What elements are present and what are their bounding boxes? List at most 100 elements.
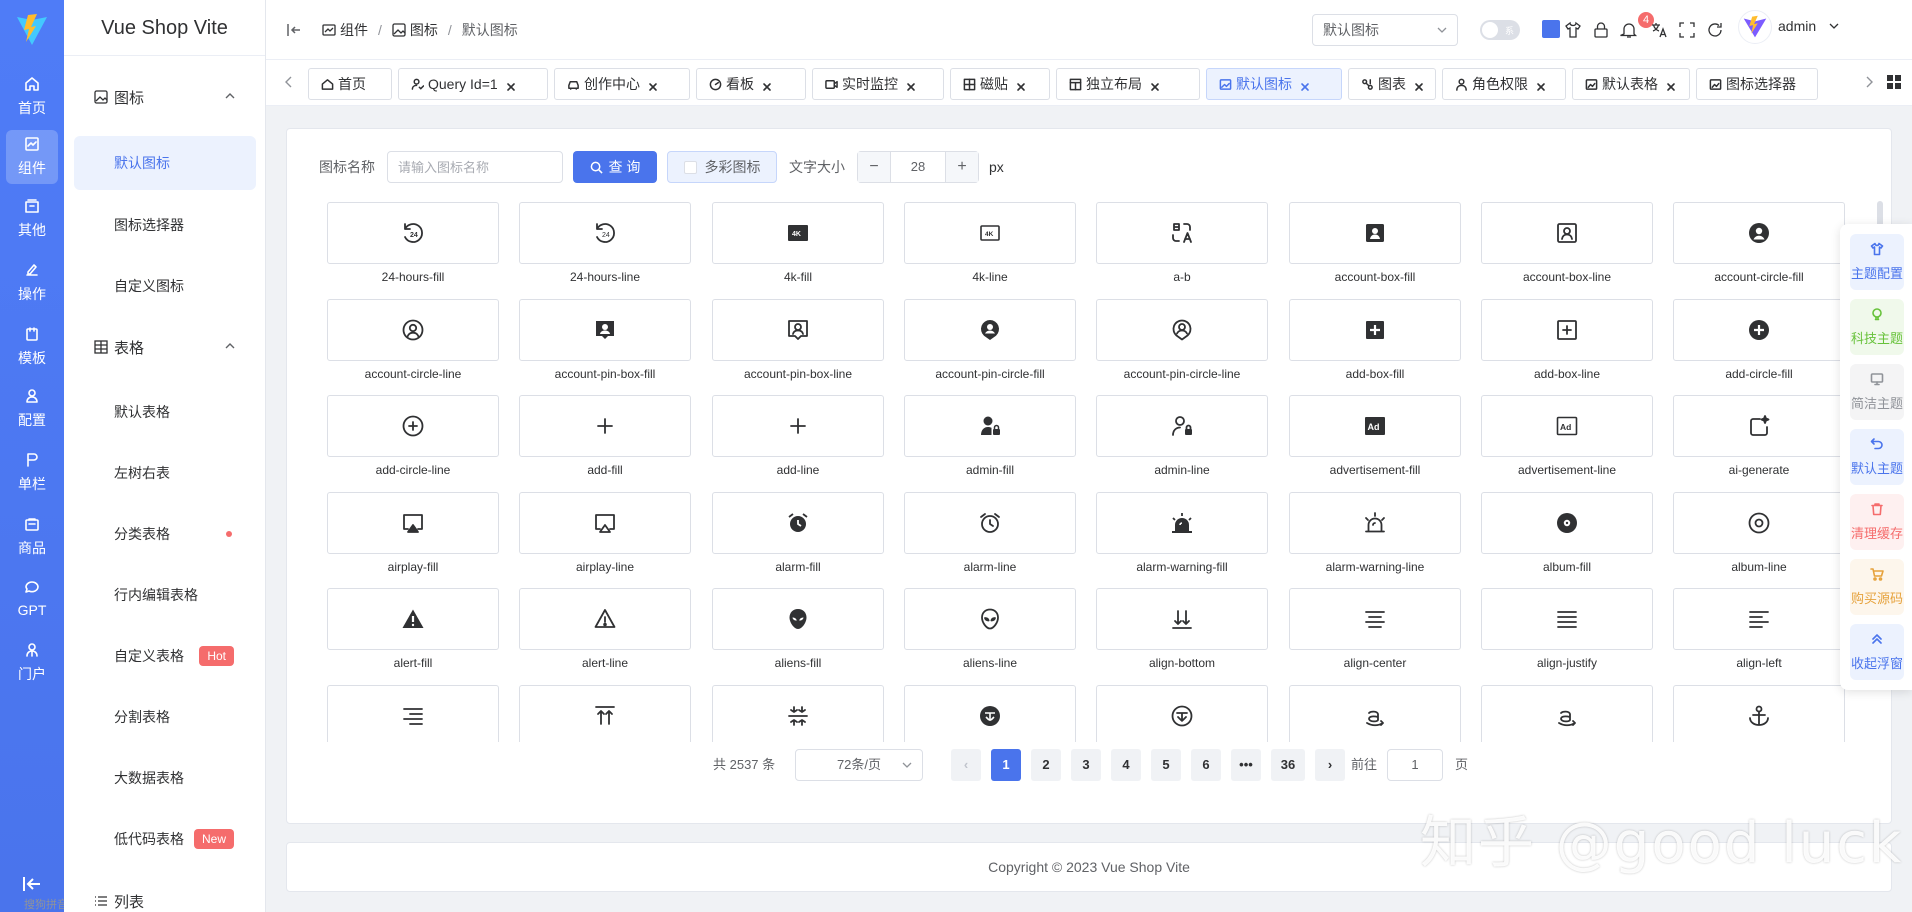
icon-cell[interactable] [1289, 685, 1461, 742]
more-pages-button[interactable]: ••• [1231, 749, 1261, 781]
chevron-left-icon[interactable] [282, 75, 296, 89]
grid-menu-icon[interactable] [1886, 74, 1902, 90]
album-fill-icon[interactable] [1481, 492, 1653, 554]
alarm-warning-line-icon[interactable] [1289, 492, 1461, 554]
float-item-1[interactable]: 科技主题 [1850, 299, 1904, 355]
close-icon[interactable] [1536, 79, 1546, 91]
shirt-icon[interactable] [1564, 21, 1582, 39]
page-button[interactable]: 1 [991, 749, 1021, 781]
icon-preview[interactable] [519, 685, 691, 742]
icon-preview[interactable] [1289, 685, 1461, 742]
decrease-button[interactable]: − [858, 152, 890, 182]
icon-cell[interactable]: aliens-line [904, 588, 1076, 672]
chevron-down-icon[interactable] [1829, 21, 1839, 31]
float-item-6[interactable]: 收起浮窗 [1850, 624, 1904, 680]
page-button[interactable]: 36 [1271, 749, 1305, 781]
icon-cell[interactable]: alarm-line [904, 492, 1076, 576]
icon-cell[interactable]: alarm-warning-line [1289, 492, 1461, 576]
tab-2[interactable]: 创作中心 [554, 68, 690, 100]
float-item-0[interactable]: 主题配置 [1850, 234, 1904, 290]
icon-name-input[interactable] [387, 151, 563, 183]
icon-cell[interactable]: ai-generate [1673, 395, 1845, 479]
rail-item-3[interactable]: 操作 [6, 256, 58, 310]
close-icon[interactable] [1150, 79, 1160, 91]
rail-item-4[interactable]: 模板 [6, 320, 58, 374]
avatar[interactable] [1738, 10, 1772, 44]
icon-preview[interactable] [1673, 685, 1845, 742]
icon-cell[interactable]: airplay-fill [327, 492, 499, 576]
icon-cell[interactable]: account-pin-circle-line [1096, 299, 1268, 383]
icon-cell[interactable]: align-left [1673, 588, 1845, 672]
page-button[interactable]: 6 [1191, 749, 1221, 781]
rail-item-6[interactable]: 单栏 [6, 446, 58, 500]
24-hours-line-icon[interactable]: 24 [519, 202, 691, 264]
account-box-line-icon[interactable] [1481, 202, 1653, 264]
icon-cell[interactable]: align-bottom [1096, 588, 1268, 672]
icon-cell[interactable]: add-circle-fill [1673, 299, 1845, 383]
alarm-warning-fill-icon[interactable] [1096, 492, 1268, 554]
4k-fill-icon[interactable]: 4K [712, 202, 884, 264]
tab-9[interactable]: 角色权限 [1442, 68, 1566, 100]
menu-group-icons[interactable]: 图标 [64, 72, 266, 122]
add-box-line-icon[interactable] [1481, 299, 1653, 361]
icon-preview[interactable] [327, 685, 499, 742]
menu-item-custom-table[interactable]: 自定义表格 Hot [74, 629, 256, 683]
icon-preview[interactable] [1481, 685, 1653, 742]
page-button[interactable]: 3 [1071, 749, 1101, 781]
rail-item-5[interactable]: 配置 [6, 382, 58, 436]
icon-cell[interactable] [327, 685, 499, 742]
icon-cell[interactable]: album-fill [1481, 492, 1653, 576]
icon-cell[interactable]: account-pin-box-line [712, 299, 884, 383]
icon-set-select[interactable]: 默认图标 [1312, 14, 1458, 46]
align-justify-icon[interactable] [1481, 588, 1653, 650]
icon-cell[interactable]: add-line [712, 395, 884, 479]
tab-10[interactable]: 默认表格 [1572, 68, 1690, 100]
account-pin-circle-fill-icon[interactable] [904, 299, 1076, 361]
tab-8[interactable]: 图表 [1348, 68, 1436, 100]
menu-item-default-table[interactable]: 默认表格 [74, 385, 256, 439]
menu-item-bigdata-table[interactable]: 大数据表格 [74, 751, 256, 805]
icon-cell[interactable]: alert-fill [327, 588, 499, 672]
icon-cell[interactable] [1096, 685, 1268, 742]
icon-cell[interactable]: account-pin-circle-fill [904, 299, 1076, 383]
icon-cell[interactable] [1673, 685, 1845, 742]
add-fill-icon[interactable] [519, 395, 691, 457]
admin-fill-icon[interactable] [904, 395, 1076, 457]
chevron-right-icon[interactable] [1862, 75, 1876, 89]
alarm-line-icon[interactable] [904, 492, 1076, 554]
tab-7[interactable]: 默认图标 [1206, 68, 1342, 100]
tab-11[interactable]: 图标选择器 [1696, 68, 1818, 100]
query-button[interactable]: 查 询 [573, 151, 657, 183]
aliens-fill-icon[interactable] [712, 588, 884, 650]
float-item-5[interactable]: 购买源码 [1850, 559, 1904, 615]
page-size-select[interactable]: 72条/页 [795, 749, 923, 781]
menu-item-category-table[interactable]: 分类表格 [74, 507, 256, 561]
bell-icon[interactable] [1620, 21, 1638, 39]
menu-item-split-table[interactable]: 分割表格 [74, 690, 256, 744]
lock-icon[interactable] [1592, 21, 1610, 39]
album-line-icon[interactable] [1673, 492, 1845, 554]
align-left-icon[interactable] [1673, 588, 1845, 650]
24-hours-fill-icon[interactable]: 24 [327, 202, 499, 264]
icon-preview[interactable] [904, 685, 1076, 742]
add-circle-fill-icon[interactable] [1673, 299, 1845, 361]
account-pin-box-line-icon[interactable] [712, 299, 884, 361]
tab-5[interactable]: 磁贴 [950, 68, 1050, 100]
ai-generate-icon[interactable] [1673, 395, 1845, 457]
icon-cell[interactable] [904, 685, 1076, 742]
breadcrumb-item[interactable]: 图标 [410, 20, 438, 40]
icon-cell[interactable]: 24 24-hours-fill [327, 202, 499, 286]
menu-group-list[interactable]: 列表 [64, 876, 266, 912]
account-box-fill-icon[interactable] [1289, 202, 1461, 264]
rail-item-8[interactable]: GPT [6, 572, 58, 626]
add-line-icon[interactable] [712, 395, 884, 457]
icon-cell[interactable] [519, 685, 691, 742]
account-pin-circle-line-icon[interactable] [1096, 299, 1268, 361]
username[interactable]: admin [1778, 0, 1816, 52]
menu-item-icon-selector[interactable]: 图标选择器 [74, 198, 256, 252]
icon-cell[interactable]: Ad advertisement-fill [1289, 395, 1461, 479]
icon-cell[interactable]: airplay-line [519, 492, 691, 576]
airplay-fill-icon[interactable] [327, 492, 499, 554]
menu-item-tree-table[interactable]: 左树右表 [74, 446, 256, 500]
advertisement-line-icon[interactable]: Ad [1481, 395, 1653, 457]
